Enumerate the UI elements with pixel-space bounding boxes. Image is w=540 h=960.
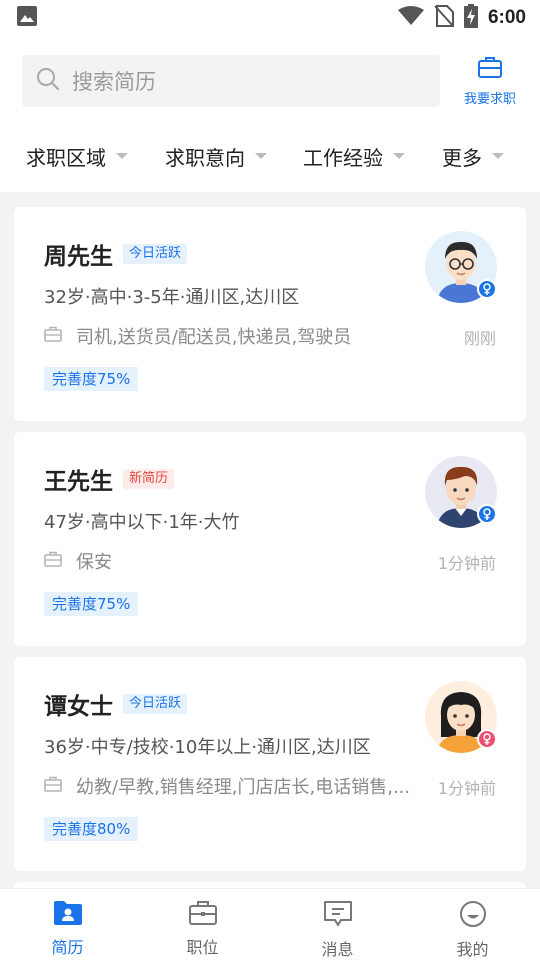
avatar (425, 681, 497, 753)
completion-badge: 完善度75% (44, 592, 139, 616)
candidate-name: 王先生 (44, 469, 113, 495)
find-job-label: 我要求职 (463, 92, 516, 107)
briefcase-icon (188, 900, 218, 930)
filter-more[interactable]: 更多 (442, 136, 504, 176)
status-badge: 今日活跃 (123, 244, 188, 264)
resume-card[interactable]: 王先生 新简历 47岁·高中以下·1年·大竹 保安 1分钟前 完善度75% (14, 432, 526, 646)
briefcase-icon (477, 56, 503, 82)
profile-icon (458, 900, 488, 932)
avatar (425, 231, 497, 303)
male-icon (477, 279, 497, 299)
resume-card[interactable]: 谭女士 今日活跃 36岁·中专/技校·10年以上·通川区,达川区 幼教/早教,销… (14, 657, 526, 871)
nav-label: 简历 (51, 938, 84, 957)
caret-down-icon (492, 153, 504, 159)
filter-bar: 求职区域 求职意向 工作经验 更多 (0, 136, 540, 176)
desired-jobs: 幼教/早教,销售经理,门店店长,电话销售,... (76, 777, 411, 798)
nav-messages[interactable]: 消息 (270, 889, 405, 960)
male-icon (477, 504, 497, 524)
caret-down-icon (393, 153, 405, 159)
nav-resume[interactable]: 简历 (0, 889, 135, 960)
briefcase-icon (44, 551, 62, 571)
find-job-button[interactable]: 我要求职 (452, 56, 528, 108)
nav-label: 职位 (186, 938, 219, 957)
updated-time: 1分钟前 (437, 779, 496, 798)
filter-label: 工作经验 (303, 145, 383, 170)
search-input[interactable]: 搜索简历 (22, 55, 440, 107)
filter-intention[interactable]: 求职意向 (165, 136, 267, 176)
wifi-icon (397, 6, 424, 30)
caret-down-icon (116, 153, 128, 159)
completion-badge: 完善度80% (44, 817, 139, 841)
desired-jobs: 司机,送货员/配送员,快递员,驾驶员 (76, 327, 352, 348)
filter-label: 求职区域 (26, 145, 106, 170)
filter-region[interactable]: 求职区域 (26, 136, 128, 176)
avatar (425, 456, 497, 528)
candidate-name: 周先生 (44, 244, 113, 270)
header: 搜索简历 我要求职 求职区域 求职意向 工作经验 更多 (0, 36, 540, 192)
image-icon (16, 5, 38, 31)
female-icon (477, 729, 497, 749)
message-icon (323, 900, 353, 932)
candidate-info: 47岁·高中以下·1年·大竹 (44, 512, 240, 533)
filter-experience[interactable]: 工作经验 (303, 136, 405, 176)
filter-label: 求职意向 (165, 145, 245, 170)
battery-charging-icon (463, 4, 478, 32)
resume-card[interactable]: 周先生 今日活跃 32岁·高中·3-5年·通川区,达川区 司机,送货员/配送员,… (14, 207, 526, 421)
updated-time: 1分钟前 (437, 554, 496, 573)
nav-jobs[interactable]: 职位 (135, 889, 270, 960)
no-sim-icon (434, 5, 454, 31)
caret-down-icon (255, 153, 267, 159)
nav-label: 消息 (321, 940, 354, 959)
status-badge: 新简历 (123, 469, 175, 489)
search-placeholder: 搜索简历 (72, 70, 156, 94)
briefcase-icon (44, 326, 62, 346)
updated-time: 刚刚 (463, 329, 496, 348)
candidate-info: 32岁·高中·3-5年·通川区,达川区 (44, 287, 300, 308)
candidate-info: 36岁·中专/技校·10年以上·通川区,达川区 (44, 737, 371, 758)
status-badge: 今日活跃 (123, 694, 188, 714)
resume-icon (53, 900, 83, 930)
nav-label: 我的 (456, 940, 489, 959)
status-bar: 6:00 (0, 0, 540, 36)
candidate-name: 谭女士 (44, 694, 113, 720)
nav-profile[interactable]: 我的 (405, 889, 540, 960)
search-icon (36, 67, 60, 95)
desired-jobs: 保安 (76, 552, 112, 573)
briefcase-icon (44, 776, 62, 796)
status-time: 6:00 (487, 7, 526, 28)
filter-label: 更多 (442, 145, 482, 170)
bottom-nav: 简历 职位 消息 我的 (0, 888, 540, 960)
completion-badge: 完善度75% (44, 367, 139, 391)
